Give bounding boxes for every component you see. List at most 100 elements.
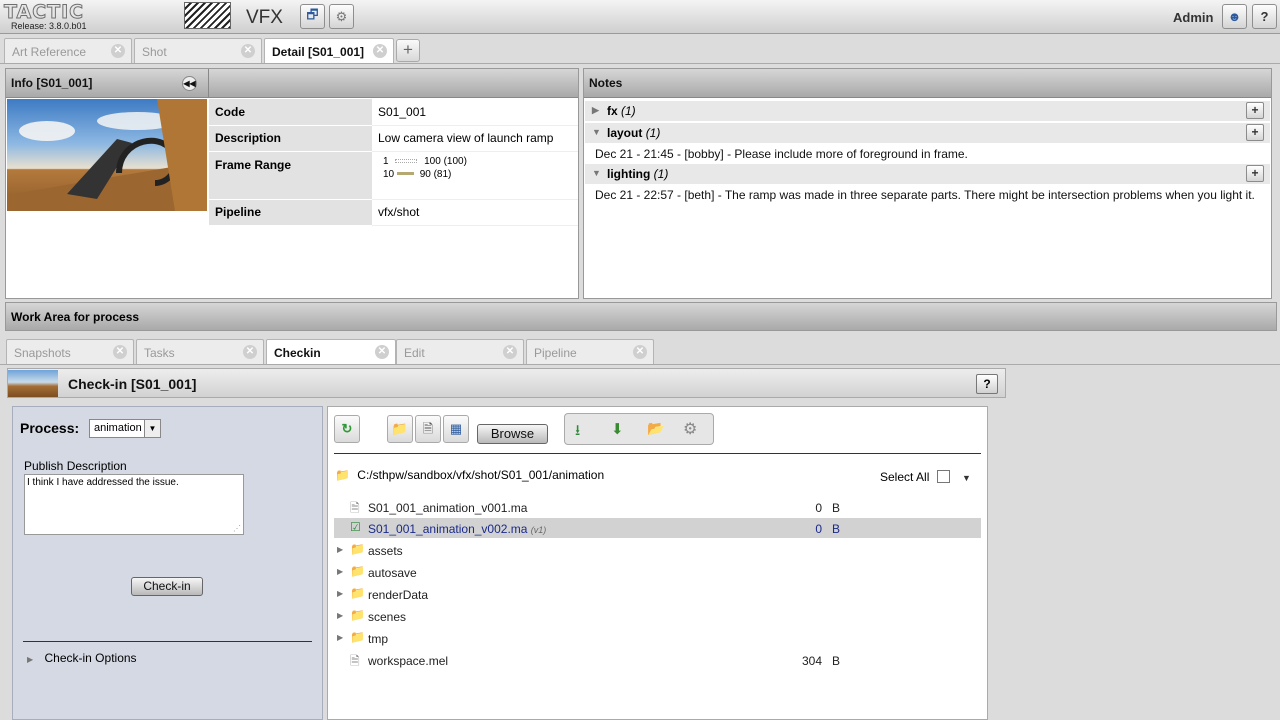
file-name: S01_001_animation_v001.ma: [368, 501, 528, 515]
collapse-icon[interactable]: ◀◀: [182, 76, 197, 91]
note-group-layout[interactable]: ▼ layout (1) +: [585, 123, 1270, 143]
folder-icon: 📁: [391, 421, 409, 436]
file-size: 0: [815, 522, 822, 536]
publish-description-input[interactable]: I think I have addressed the issue. ⋰: [24, 474, 244, 535]
folder-row[interactable]: ▶ 📁 autosave: [334, 562, 981, 582]
tab-label: Tasks: [144, 346, 175, 360]
note-group-fx[interactable]: ▶ fx (1) +: [585, 101, 1270, 121]
plus-icon: +: [403, 40, 413, 59]
note-group-count: (1): [653, 167, 669, 181]
file-size-unit: B: [832, 501, 841, 515]
tab-snapshots[interactable]: Snapshots ✕: [6, 339, 134, 364]
file-size-unit: B: [832, 654, 841, 668]
folder-row[interactable]: ▶ 📁 renderData: [334, 584, 981, 604]
close-icon[interactable]: ✕: [241, 44, 255, 58]
resize-handle-icon[interactable]: ⋰: [233, 524, 241, 533]
folder-open-icon[interactable]: 📂: [647, 420, 664, 437]
add-note-button[interactable]: +: [1246, 102, 1264, 119]
file-size: 0: [815, 501, 822, 515]
tab-shot[interactable]: Shot ✕: [134, 38, 262, 63]
file-version: (v1): [530, 525, 547, 535]
gear-icon[interactable]: ⚙: [683, 419, 697, 439]
frame-range-value[interactable]: 1 100 (100) 10 90 (81): [372, 151, 578, 200]
table-row: Code S01_001: [209, 99, 578, 126]
close-icon[interactable]: ✕: [373, 44, 387, 58]
browse-button[interactable]: Browse: [477, 424, 548, 444]
download-icon[interactable]: ⬇: [611, 420, 624, 438]
tab-checkin[interactable]: Checkin ✕: [266, 339, 396, 365]
main-tab-bar: Art Reference ✕ Shot ✕ Detail [S01_001] …: [0, 36, 1280, 64]
folder-view-button[interactable]: 📁: [387, 415, 413, 443]
checkin-help-button[interactable]: ?: [976, 374, 998, 394]
refresh-button[interactable]: ↻: [334, 415, 360, 443]
add-tab-button[interactable]: +: [396, 39, 420, 62]
folder-name: assets: [368, 544, 403, 558]
tab-tasks[interactable]: Tasks ✕: [136, 339, 264, 364]
code-value[interactable]: S01_001: [372, 99, 578, 126]
tab-art-reference[interactable]: Art Reference ✕: [4, 38, 132, 63]
file-size: 304: [801, 654, 822, 668]
note-text: Dec 21 - 22:57 - [beth] - The ramp was m…: [595, 188, 1255, 202]
file-row[interactable]: 🗎 workspace.mel 304 B: [334, 650, 981, 670]
property-key: Pipeline: [209, 199, 372, 226]
folder-name: tmp: [368, 632, 389, 646]
folder-name: scenes: [368, 610, 407, 624]
options-divider: [23, 641, 312, 642]
expand-arrow-icon[interactable]: ▶: [337, 567, 343, 576]
pipeline-value[interactable]: vfx/shot: [372, 199, 578, 226]
select-all-checkbox[interactable]: [937, 470, 950, 483]
description-value[interactable]: Low camera view of launch ramp: [372, 125, 578, 152]
close-icon[interactable]: ✕: [243, 345, 257, 359]
close-icon[interactable]: ✕: [375, 345, 389, 359]
checkin-options-toggle[interactable]: ▶ Check-in Options: [27, 651, 137, 665]
tab-edit[interactable]: Edit ✕: [396, 339, 524, 364]
checkin-action-icon[interactable]: ⭳: [575, 420, 580, 445]
property-key: Code: [209, 99, 372, 126]
folder-name: autosave: [368, 566, 417, 580]
tab-label: Shot: [142, 45, 167, 59]
file-size-unit: B: [832, 522, 841, 536]
windows-button[interactable]: 🗗: [300, 4, 325, 29]
expand-arrow-icon[interactable]: ▶: [337, 611, 343, 620]
chevron-down-icon[interactable]: ▼: [144, 420, 160, 437]
note-group-name: lighting: [607, 167, 651, 181]
frame-end: 90 (81): [419, 168, 452, 180]
tab-detail[interactable]: Detail [S01_001] ✕: [264, 38, 394, 64]
close-icon[interactable]: ✕: [113, 345, 127, 359]
close-icon[interactable]: ✕: [111, 44, 125, 58]
note-group-name: layout: [607, 126, 643, 140]
note-group-lighting[interactable]: ▼ lighting (1) +: [585, 164, 1270, 184]
chevron-down-icon[interactable]: ▼: [962, 473, 971, 483]
folder-row[interactable]: ▶ 📁 tmp: [334, 628, 981, 648]
process-select[interactable]: animation ▼: [89, 419, 161, 438]
expand-arrow-icon[interactable]: ▶: [337, 545, 343, 554]
add-note-button[interactable]: +: [1246, 124, 1264, 141]
checkin-options-pane: Process: animation ▼ Publish Description…: [12, 406, 323, 720]
file-row[interactable]: 🗎 S01_001_animation_v001.ma 0 B: [334, 497, 981, 517]
settings-button[interactable]: ⚙: [329, 4, 354, 29]
close-icon[interactable]: ✕: [633, 345, 647, 359]
table-row: Description Low camera view of launch ra…: [209, 125, 578, 152]
file-view-button[interactable]: 🗎: [415, 415, 441, 443]
publish-description-label: Publish Description: [24, 459, 127, 473]
file-name: S01_001_animation_v002.ma (v1): [368, 522, 546, 536]
tab-label: Snapshots: [14, 346, 71, 360]
expand-arrow-icon[interactable]: ▶: [337, 633, 343, 642]
header-separator: [208, 69, 209, 98]
add-note-button[interactable]: +: [1246, 165, 1264, 182]
help-button[interactable]: ?: [1252, 4, 1277, 29]
process-label: Process:: [20, 420, 80, 436]
expand-arrow-icon[interactable]: ▶: [337, 589, 343, 598]
frame-range-line: 10 90 (81): [383, 169, 578, 180]
close-icon[interactable]: ✕: [503, 345, 517, 359]
file-row-selected[interactable]: ☑ S01_001_animation_v002.ma (v1) 0 B: [334, 518, 981, 538]
sequence-view-button[interactable]: ▦: [443, 415, 469, 443]
file-icon: 🗎: [422, 421, 434, 436]
folder-row[interactable]: ▶ 📁 scenes: [334, 606, 981, 626]
tab-pipeline[interactable]: Pipeline ✕: [526, 339, 654, 364]
user-button[interactable]: ☻: [1222, 4, 1247, 29]
tab-divider: [0, 63, 1280, 64]
help-icon: ?: [1260, 9, 1269, 24]
checkin-button[interactable]: Check-in: [131, 577, 203, 596]
folder-row[interactable]: ▶ 📁 assets: [334, 540, 981, 560]
